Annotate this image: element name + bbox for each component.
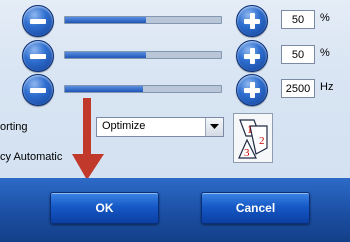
mode-select-value: Optimize: [102, 120, 146, 132]
unit-label-3: Hz: [320, 81, 334, 93]
ok-button[interactable]: OK: [50, 192, 159, 224]
svg-text:3: 3: [244, 147, 250, 159]
sorting-label: orting: [0, 121, 28, 133]
value-field-2[interactable]: 50: [281, 45, 315, 64]
red-arrow-annotation: [72, 98, 104, 180]
svg-text:1: 1: [247, 124, 253, 136]
settings-panel: 50 % 50 % 2500 Hz orting Optimize cy Aut…: [0, 0, 350, 180]
unit-label-2: %: [320, 47, 330, 59]
minus-icon[interactable]: [22, 40, 54, 72]
automatic-label: cy Automatic: [0, 151, 63, 163]
minus-icon[interactable]: [22, 5, 54, 37]
dialog-button-bar: OK Cancel: [0, 178, 350, 242]
slider-row-2: 50 %: [0, 38, 350, 72]
value-field-3[interactable]: 2500: [281, 79, 315, 98]
numbered-order-icon: 1 2 3: [238, 119, 268, 159]
slider-track-1[interactable]: [64, 16, 222, 24]
slider-row-3: 2500 Hz: [0, 72, 350, 106]
slider-fill-2: [65, 52, 147, 58]
plus-icon[interactable]: [236, 5, 268, 37]
slider-row-1: 50 %: [0, 3, 350, 37]
cancel-button[interactable]: Cancel: [201, 192, 310, 224]
unit-label-1: %: [320, 12, 330, 24]
order-button[interactable]: 1 2 3: [233, 113, 273, 163]
plus-icon[interactable]: [236, 74, 268, 106]
slider-track-2[interactable]: [64, 51, 222, 59]
slider-fill-3: [65, 86, 143, 92]
minus-icon[interactable]: [22, 74, 54, 106]
plus-icon[interactable]: [236, 40, 268, 72]
slider-fill-1: [65, 17, 147, 23]
chevron-down-icon[interactable]: [205, 118, 223, 136]
svg-text:2: 2: [259, 135, 265, 147]
slider-track-3[interactable]: [64, 85, 222, 93]
value-field-1[interactable]: 50: [281, 10, 315, 29]
mode-select[interactable]: Optimize: [96, 117, 224, 137]
